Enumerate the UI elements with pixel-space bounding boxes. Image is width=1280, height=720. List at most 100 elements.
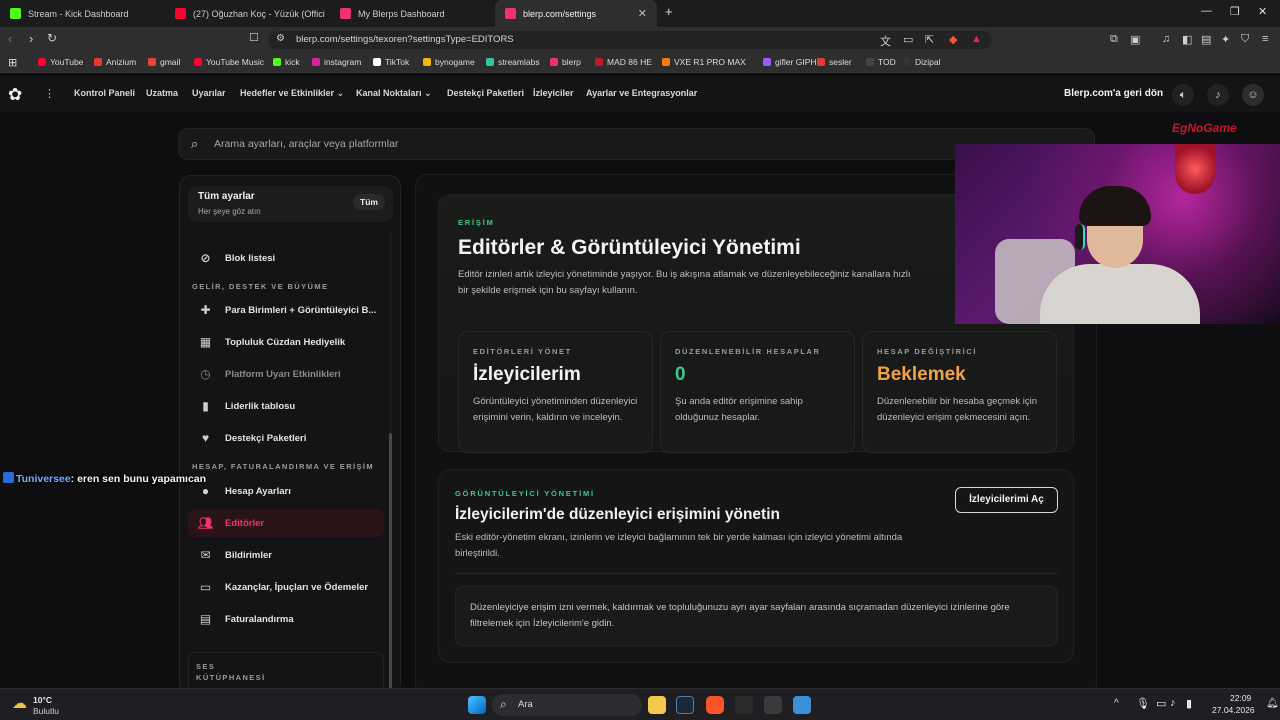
nav-goals-events[interactable]: Hedefler ve Etkinlikler ⌄ bbox=[240, 88, 344, 99]
bookmark-item[interactable]: sesler bbox=[817, 57, 852, 67]
sidebar-scrollbar-thumb[interactable] bbox=[389, 433, 392, 693]
bookmark-item[interactable]: TOD bbox=[866, 57, 896, 67]
weather-desc[interactable]: Bulutlu bbox=[33, 706, 59, 716]
clock-date[interactable]: 27.04.2026 bbox=[1212, 705, 1255, 715]
brave-shield-icon[interactable]: ◆ bbox=[949, 33, 957, 46]
minimize-icon[interactable]: — bbox=[1201, 5, 1212, 17]
group-icon: 👥︎ bbox=[197, 516, 214, 530]
bookmark-icon[interactable]: ☐ bbox=[249, 31, 259, 44]
nav-channel-points[interactable]: Kanal Noktaları ⌄ bbox=[356, 88, 432, 99]
reload-icon[interactable]: ↻ bbox=[47, 31, 57, 45]
translate-icon[interactable]: 文 bbox=[880, 33, 891, 49]
open-my-viewers-button[interactable]: İzleyicilerimi Aç bbox=[955, 487, 1058, 513]
browser-tab-active[interactable]: blerp.com/settings ✕ bbox=[495, 0, 657, 27]
windows-start-icon[interactable] bbox=[468, 696, 486, 714]
close-tab-icon[interactable]: ✕ bbox=[638, 7, 647, 20]
vpn-icon[interactable]: ⛉ bbox=[1241, 33, 1249, 46]
nav-dashboard[interactable]: Kontrol Paneli bbox=[74, 88, 135, 98]
phone-link-icon[interactable]: ▭ bbox=[1156, 697, 1166, 710]
nav-supporter-packs[interactable]: Destekçi Paketleri bbox=[447, 88, 524, 98]
bookmark-item[interactable]: streamlabs bbox=[486, 57, 540, 67]
bookmark-item[interactable]: TikTok bbox=[373, 57, 409, 67]
file-explorer-icon[interactable] bbox=[648, 696, 666, 714]
browser-tab[interactable]: (27) Oğuzhan Koç - Yüzük (Offici bbox=[165, 0, 333, 27]
volume-tray-icon[interactable]: ♪ bbox=[1170, 697, 1176, 709]
sidebar-item-currencies[interactable]: ✚ Para Birimleri + Görüntüleyici B... bbox=[188, 296, 384, 324]
cast-icon[interactable]: ▭ bbox=[903, 33, 913, 46]
all-filter-button[interactable]: Tüm bbox=[353, 194, 385, 210]
sidebar-icon[interactable]: ◧ bbox=[1182, 33, 1192, 46]
share-icon[interactable]: ⇱ bbox=[925, 33, 934, 46]
sidebar-item-supporter-packs[interactable]: ♥ Destekçi Paketleri bbox=[188, 424, 384, 452]
sidebar-item-community-wallet[interactable]: ▦ Topluluk Cüzdan Hediyelik bbox=[188, 328, 384, 356]
search-icon: ⌕ bbox=[191, 136, 199, 151]
bookmark-item[interactable]: gifler GIPHY bbox=[763, 57, 822, 67]
battery-icon[interactable]: ▮ bbox=[1186, 697, 1192, 710]
sidebar-item-leaderboard[interactable]: ▮ Liderlik tablosu bbox=[188, 392, 384, 420]
sidebar-item-editors[interactable]: 👥︎ Editörler bbox=[188, 509, 384, 537]
browser-tab[interactable]: Stream - Kick Dashboard bbox=[0, 0, 170, 27]
sidebar-item-notifications[interactable]: ✉ Bildirimler bbox=[188, 541, 384, 569]
sidebar-item-earnings[interactable]: ▭ Kazançlar, İpuçları ve Ödemeler bbox=[188, 573, 384, 601]
sidebar-item-account-settings[interactable]: ● Hesap Ayarları bbox=[188, 477, 384, 505]
microphone-icon[interactable]: 🎙︎ bbox=[1136, 697, 1150, 710]
mail-icon: ✉ bbox=[200, 548, 211, 562]
site-info-icon[interactable]: ⚙ bbox=[276, 33, 285, 44]
back-icon[interactable]: ‹ bbox=[8, 31, 12, 46]
wallet-icon[interactable]: ▤ bbox=[1201, 33, 1211, 46]
search-input[interactable]: Arama ayarları, araçlar veya platformlar bbox=[214, 138, 398, 150]
taskbar-search[interactable]: ⌕ Ara bbox=[492, 694, 642, 716]
apps-grid-icon[interactable]: ⊞ bbox=[8, 56, 17, 69]
bookmark-item[interactable]: instagram bbox=[312, 57, 361, 67]
ai-icon[interactable]: ✦ bbox=[1221, 33, 1230, 46]
sidebar-item-platform-alerts[interactable]: ◷ Platform Uyarı Etkinlikleri bbox=[188, 360, 384, 388]
tray-chevron-icon[interactable]: ^ bbox=[1114, 698, 1119, 709]
nav-viewers[interactable]: İzleyiciler bbox=[533, 88, 574, 98]
screenshot-icon[interactable]: ▣ bbox=[1130, 33, 1140, 46]
nav-alerts[interactable]: Uyarılar bbox=[192, 88, 226, 98]
extensions-icon[interactable]: ⧉ bbox=[1110, 33, 1118, 46]
restore-icon[interactable]: ❐ bbox=[1230, 5, 1240, 18]
epic-games-icon[interactable] bbox=[735, 696, 753, 714]
notification-icon[interactable]: 🔔︎ bbox=[1266, 698, 1279, 709]
back-to-blerp-link[interactable]: Blerp.com'a geri dön bbox=[1064, 88, 1163, 99]
section-heading: SES bbox=[196, 662, 216, 671]
bookmark-item[interactable]: blerp bbox=[550, 57, 581, 67]
nav-extension[interactable]: Uzatma bbox=[146, 88, 178, 98]
account-switcher-card[interactable]: HESAP DEĞİŞTİRİCİ Beklemek Düzenlenebili… bbox=[862, 331, 1057, 453]
brave-browser-icon[interactable] bbox=[706, 696, 724, 714]
volume-icon[interactable]: 🔈︎ bbox=[1172, 84, 1194, 106]
forward-icon[interactable]: › bbox=[29, 31, 33, 46]
bookmark-item[interactable]: MAD 86 HE bbox=[595, 57, 652, 67]
weather-icon[interactable]: ☁ bbox=[12, 694, 27, 712]
panel-eyebrow: GÖRÜNTÜLEYİCİ YÖNETİMİ bbox=[455, 489, 595, 498]
microsoft-store-icon[interactable] bbox=[764, 696, 782, 714]
close-window-icon[interactable]: ✕ bbox=[1258, 5, 1267, 18]
bell-icon[interactable]: ♪ bbox=[1207, 84, 1229, 106]
more-vertical-icon[interactable]: ⋮ bbox=[44, 87, 55, 100]
sidebar-item-block-list[interactable]: ⊘ Blok listesi bbox=[188, 244, 384, 272]
bookmark-item[interactable]: bynogame bbox=[423, 57, 475, 67]
steam-icon[interactable] bbox=[676, 696, 694, 714]
clock-time[interactable]: 22:09 bbox=[1230, 693, 1251, 703]
all-settings-card[interactable]: Tüm ayarlar Her şeye göz atın Tüm bbox=[188, 186, 393, 222]
sidebar-item-billing[interactable]: ▤ Faturalandırma bbox=[188, 605, 384, 633]
brave-rewards-icon[interactable]: ▲ bbox=[971, 33, 982, 45]
manage-editors-card[interactable]: EDİTÖRLERİ YÖNET İzleyicilerim Görüntüle… bbox=[458, 331, 653, 453]
nav-settings-integrations[interactable]: Ayarlar ve Entegrasyonlar bbox=[586, 88, 697, 98]
browser-tab[interactable]: My Blerps Dashboard bbox=[330, 0, 495, 27]
bookmark-item[interactable]: Anizium bbox=[94, 57, 136, 67]
bookmark-item[interactable]: YouTube bbox=[38, 57, 83, 67]
blerp-logo-icon[interactable]: ✿ bbox=[8, 85, 22, 105]
menu-icon[interactable]: ≡ bbox=[1262, 33, 1268, 45]
bookmark-item[interactable]: gmail bbox=[148, 57, 180, 67]
app-icon[interactable] bbox=[793, 696, 811, 714]
weather-temp[interactable]: 10°C bbox=[33, 695, 52, 705]
bookmark-item[interactable]: Dizipal bbox=[903, 57, 941, 67]
bookmark-item[interactable]: kick bbox=[273, 57, 300, 67]
new-tab-button[interactable]: + bbox=[665, 4, 673, 19]
music-icon[interactable]: ♫ bbox=[1162, 33, 1170, 45]
bookmark-item[interactable]: YouTube Music bbox=[194, 57, 264, 67]
bookmark-item[interactable]: VXE R1 PRO MAX bbox=[662, 57, 746, 67]
avatar[interactable]: ☺ bbox=[1242, 84, 1264, 106]
